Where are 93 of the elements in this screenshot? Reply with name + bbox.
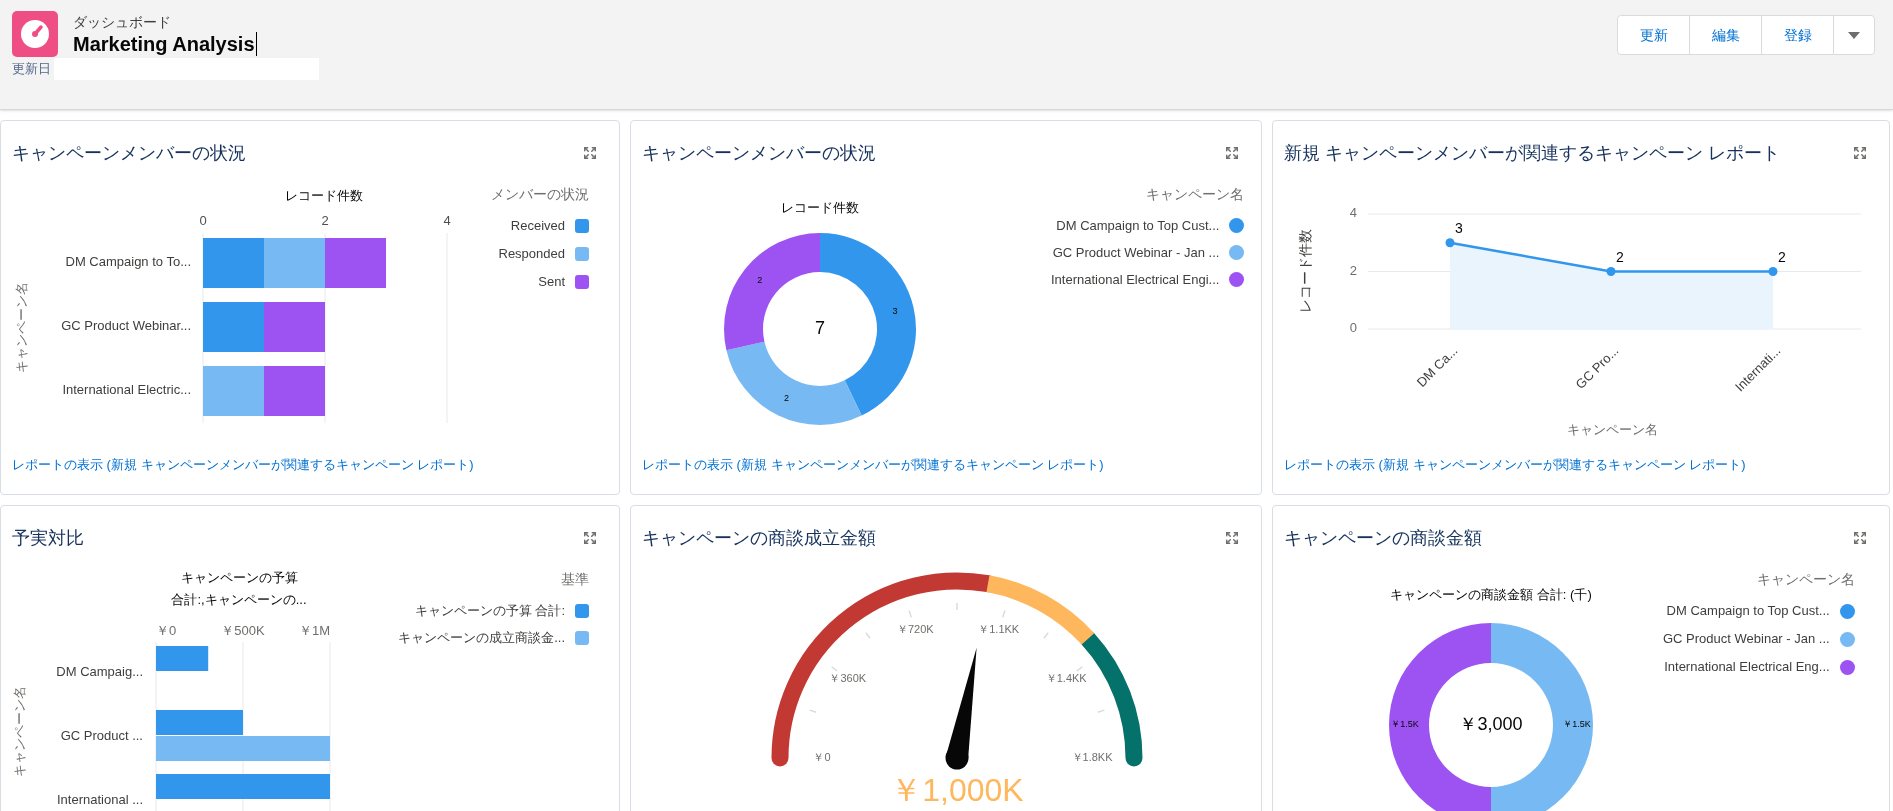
- dashboard-title: Marketing Analysis: [73, 32, 255, 57]
- data-point: [1445, 238, 1455, 248]
- axis-tick-label: 2: [1349, 262, 1357, 278]
- category-label: International ...: [57, 792, 143, 808]
- slice-label: 2: [757, 275, 763, 286]
- legend-label: GC Product Webinar - Jan ...: [1052, 243, 1220, 262]
- expand-icon[interactable]: [1853, 531, 1867, 545]
- axis-tick-label: ￥1M: [298, 623, 330, 639]
- category-label: DM Campaig...: [56, 664, 143, 680]
- expand-icon[interactable]: [583, 146, 597, 160]
- axis-title: キャンペーン名: [12, 685, 28, 777]
- legend-label: GC Product Webinar - Jan ...: [1663, 630, 1830, 649]
- axis-tick-label: ￥500K: [221, 623, 265, 639]
- chart-title: レコード件数: [781, 200, 859, 216]
- legend-label: DM Campaign to Top Cust...: [1056, 216, 1220, 235]
- gauge-tick-label: ￥720K: [896, 622, 934, 635]
- chart-title: キャンペーンの商談金額 合計: (千): [1390, 587, 1592, 603]
- legend-label: International Electrical Eng...: [1664, 658, 1830, 677]
- legend-title: メンバーの状況: [491, 185, 589, 204]
- card-title: キャンペーンメンバーの状況: [642, 141, 876, 165]
- dropdown-button[interactable]: [1833, 15, 1875, 55]
- axis-tick-label: 0: [1349, 320, 1357, 336]
- card-title: 予実対比: [12, 526, 84, 550]
- axis-tick-label: ￥0: [156, 623, 177, 639]
- header-button[interactable]: 登録: [1761, 15, 1834, 55]
- data-label: 3: [1455, 220, 1463, 237]
- legend-title: キャンペーン名: [1756, 570, 1855, 589]
- data-label: 2: [1778, 249, 1786, 266]
- expand-icon[interactable]: [1853, 146, 1867, 160]
- chart-bar: [203, 238, 264, 288]
- legend-label: Responded: [498, 245, 565, 264]
- legend-title: 基準: [561, 570, 589, 589]
- data-point: [1606, 267, 1616, 276]
- chart-title: キャンペーンの予算合計:,キャンペーンの...: [171, 570, 307, 608]
- expand-icon[interactable]: [1225, 146, 1239, 160]
- text-cursor: [255, 32, 257, 56]
- legend-label: キャンペーンの成立商談金...: [398, 628, 565, 647]
- chart-bar: [203, 302, 264, 352]
- category-label: International Electric...: [62, 382, 191, 398]
- legend-label: キャンペーンの予算 合計:: [414, 601, 565, 620]
- gauge-tick-label: ￥0: [813, 750, 831, 763]
- card-title: キャンペーンの商談成立金額: [642, 526, 876, 550]
- category-label: GC Pro...: [1572, 342, 1622, 392]
- header-button[interactable]: 更新: [1617, 15, 1690, 55]
- axis-title: キャンペーン名: [1566, 422, 1658, 438]
- slice-label: ￥1.5K: [1391, 719, 1419, 730]
- card-title: キャンペーンメンバーの状況: [12, 141, 246, 165]
- category-label: GC Product ...: [60, 728, 143, 744]
- gauge-tick-label: ￥1.8KK: [1071, 750, 1113, 763]
- axis-tick-label: 4: [443, 213, 451, 229]
- dashboard-icon: [12, 11, 58, 57]
- legend-label: Received: [510, 217, 565, 236]
- axis-title: レコード件数: [1296, 229, 1313, 313]
- report-link[interactable]: レポートの表示 (新規 キャンペーンメンバーが関連するキャンペーン レポート): [642, 457, 1104, 472]
- gauge-tick-label: ￥360K: [829, 671, 867, 684]
- chart-bar: [264, 238, 325, 288]
- updated-label: 更新日: [12, 60, 51, 79]
- legend-label: Sent: [538, 273, 565, 292]
- category-label: GC Product Webinar...: [61, 318, 191, 334]
- axis-tick-label: 4: [1349, 205, 1357, 221]
- donut-total: 7: [815, 317, 825, 338]
- chart-bar: [156, 646, 209, 671]
- expand-icon[interactable]: [583, 531, 597, 545]
- card-title: キャンペーンの商談金額: [1284, 526, 1482, 550]
- object-type-label: ダッシュボード: [73, 14, 172, 31]
- report-link[interactable]: レポートの表示 (新規 キャンペーンメンバーが関連するキャンペーン レポート): [1284, 457, 1746, 472]
- axis-tick-label: 0: [199, 213, 207, 229]
- category-label: DM Ca...: [1413, 342, 1461, 390]
- chart-bar: [264, 302, 325, 352]
- header-button[interactable]: 編集: [1689, 15, 1762, 55]
- gauge-tick-label: ￥1.1KK: [978, 622, 1020, 635]
- chart-bar: [264, 366, 325, 416]
- axis-title: キャンペーン名: [14, 281, 30, 373]
- chart-bar: [325, 238, 386, 288]
- legend-title: キャンペーン名: [1146, 185, 1245, 204]
- chart-title: レコード件数: [285, 188, 363, 204]
- card-title: 新規 キャンペーンメンバーが関連するキャンペーン レポート: [1284, 141, 1780, 165]
- donut-total: ￥3,000: [1459, 713, 1523, 734]
- slice-label: ￥1.5K: [1563, 719, 1591, 730]
- data-point: [1768, 267, 1778, 276]
- legend-label: DM Campaign to Top Cust...: [1666, 602, 1830, 621]
- gauge-value: ￥1,000K: [890, 772, 1024, 809]
- category-label: DM Campaign to To...: [65, 254, 191, 270]
- gauge-tick-label: ￥1.4KK: [1045, 671, 1087, 684]
- slice-label: 2: [784, 392, 790, 403]
- chart-bar: [203, 366, 264, 416]
- slice-label: 3: [892, 306, 898, 317]
- caret-icon: [1848, 31, 1860, 39]
- expand-icon[interactable]: [1225, 531, 1239, 545]
- data-label: 2: [1616, 249, 1624, 266]
- axis-tick-label: 2: [321, 213, 329, 229]
- legend-label: International Electrical Engi...: [1051, 270, 1220, 289]
- report-link[interactable]: レポートの表示 (新規 キャンペーンメンバーが関連するキャンペーン レポート): [12, 457, 474, 472]
